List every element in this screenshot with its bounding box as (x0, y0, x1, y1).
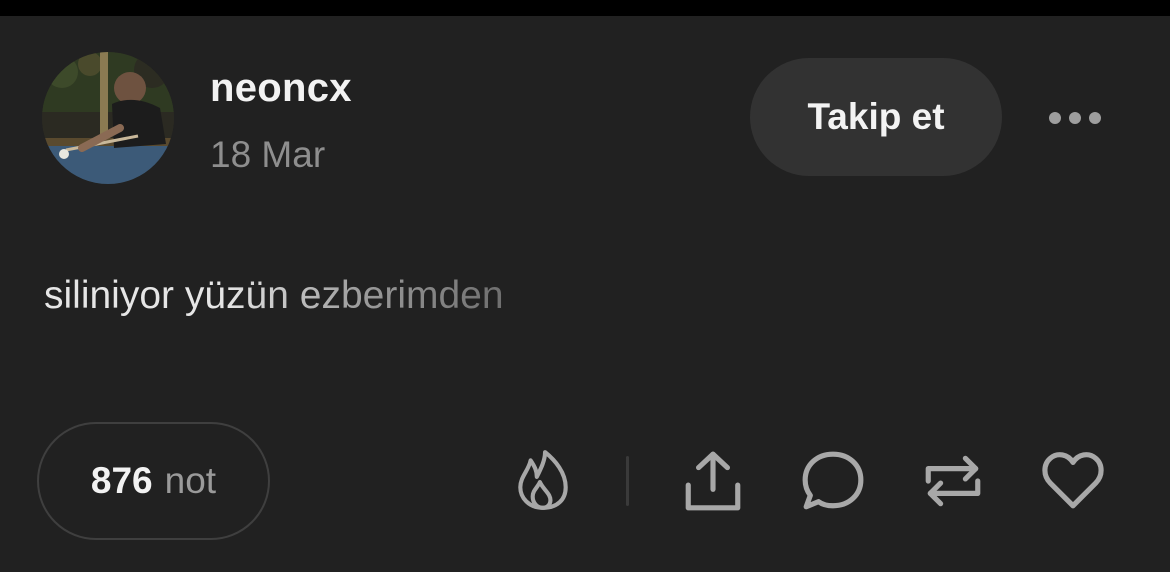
flame-icon (518, 450, 568, 510)
post-date: 18 Mar (210, 134, 326, 175)
avatar-photo (42, 52, 174, 184)
heart-icon (1042, 452, 1104, 509)
notes-button[interactable]: 876 not (37, 422, 270, 540)
reblog-button[interactable] (918, 444, 988, 518)
more-dots-icon (1049, 112, 1101, 124)
reply-button[interactable] (798, 444, 868, 518)
share-icon (685, 451, 741, 511)
reblog-icon (925, 455, 981, 507)
notes-unit: not (164, 460, 217, 501)
post-body-text: siliniyor yüzün ezberimden (44, 274, 504, 317)
comment-icon (802, 451, 864, 510)
post-card: neoncx 18 Mar Takip et siliniyor yüzün e… (0, 16, 1170, 572)
action-divider (626, 456, 629, 506)
like-button[interactable] (1038, 444, 1108, 518)
blaze-button[interactable] (508, 444, 578, 518)
avatar[interactable] (42, 52, 174, 184)
notes-count: 876 (90, 460, 153, 501)
follow-button[interactable]: Takip et (750, 58, 1002, 176)
share-button[interactable] (678, 444, 748, 518)
status-bar (0, 0, 1170, 16)
author-name[interactable]: neoncx (210, 66, 352, 111)
more-button[interactable] (1040, 98, 1110, 138)
